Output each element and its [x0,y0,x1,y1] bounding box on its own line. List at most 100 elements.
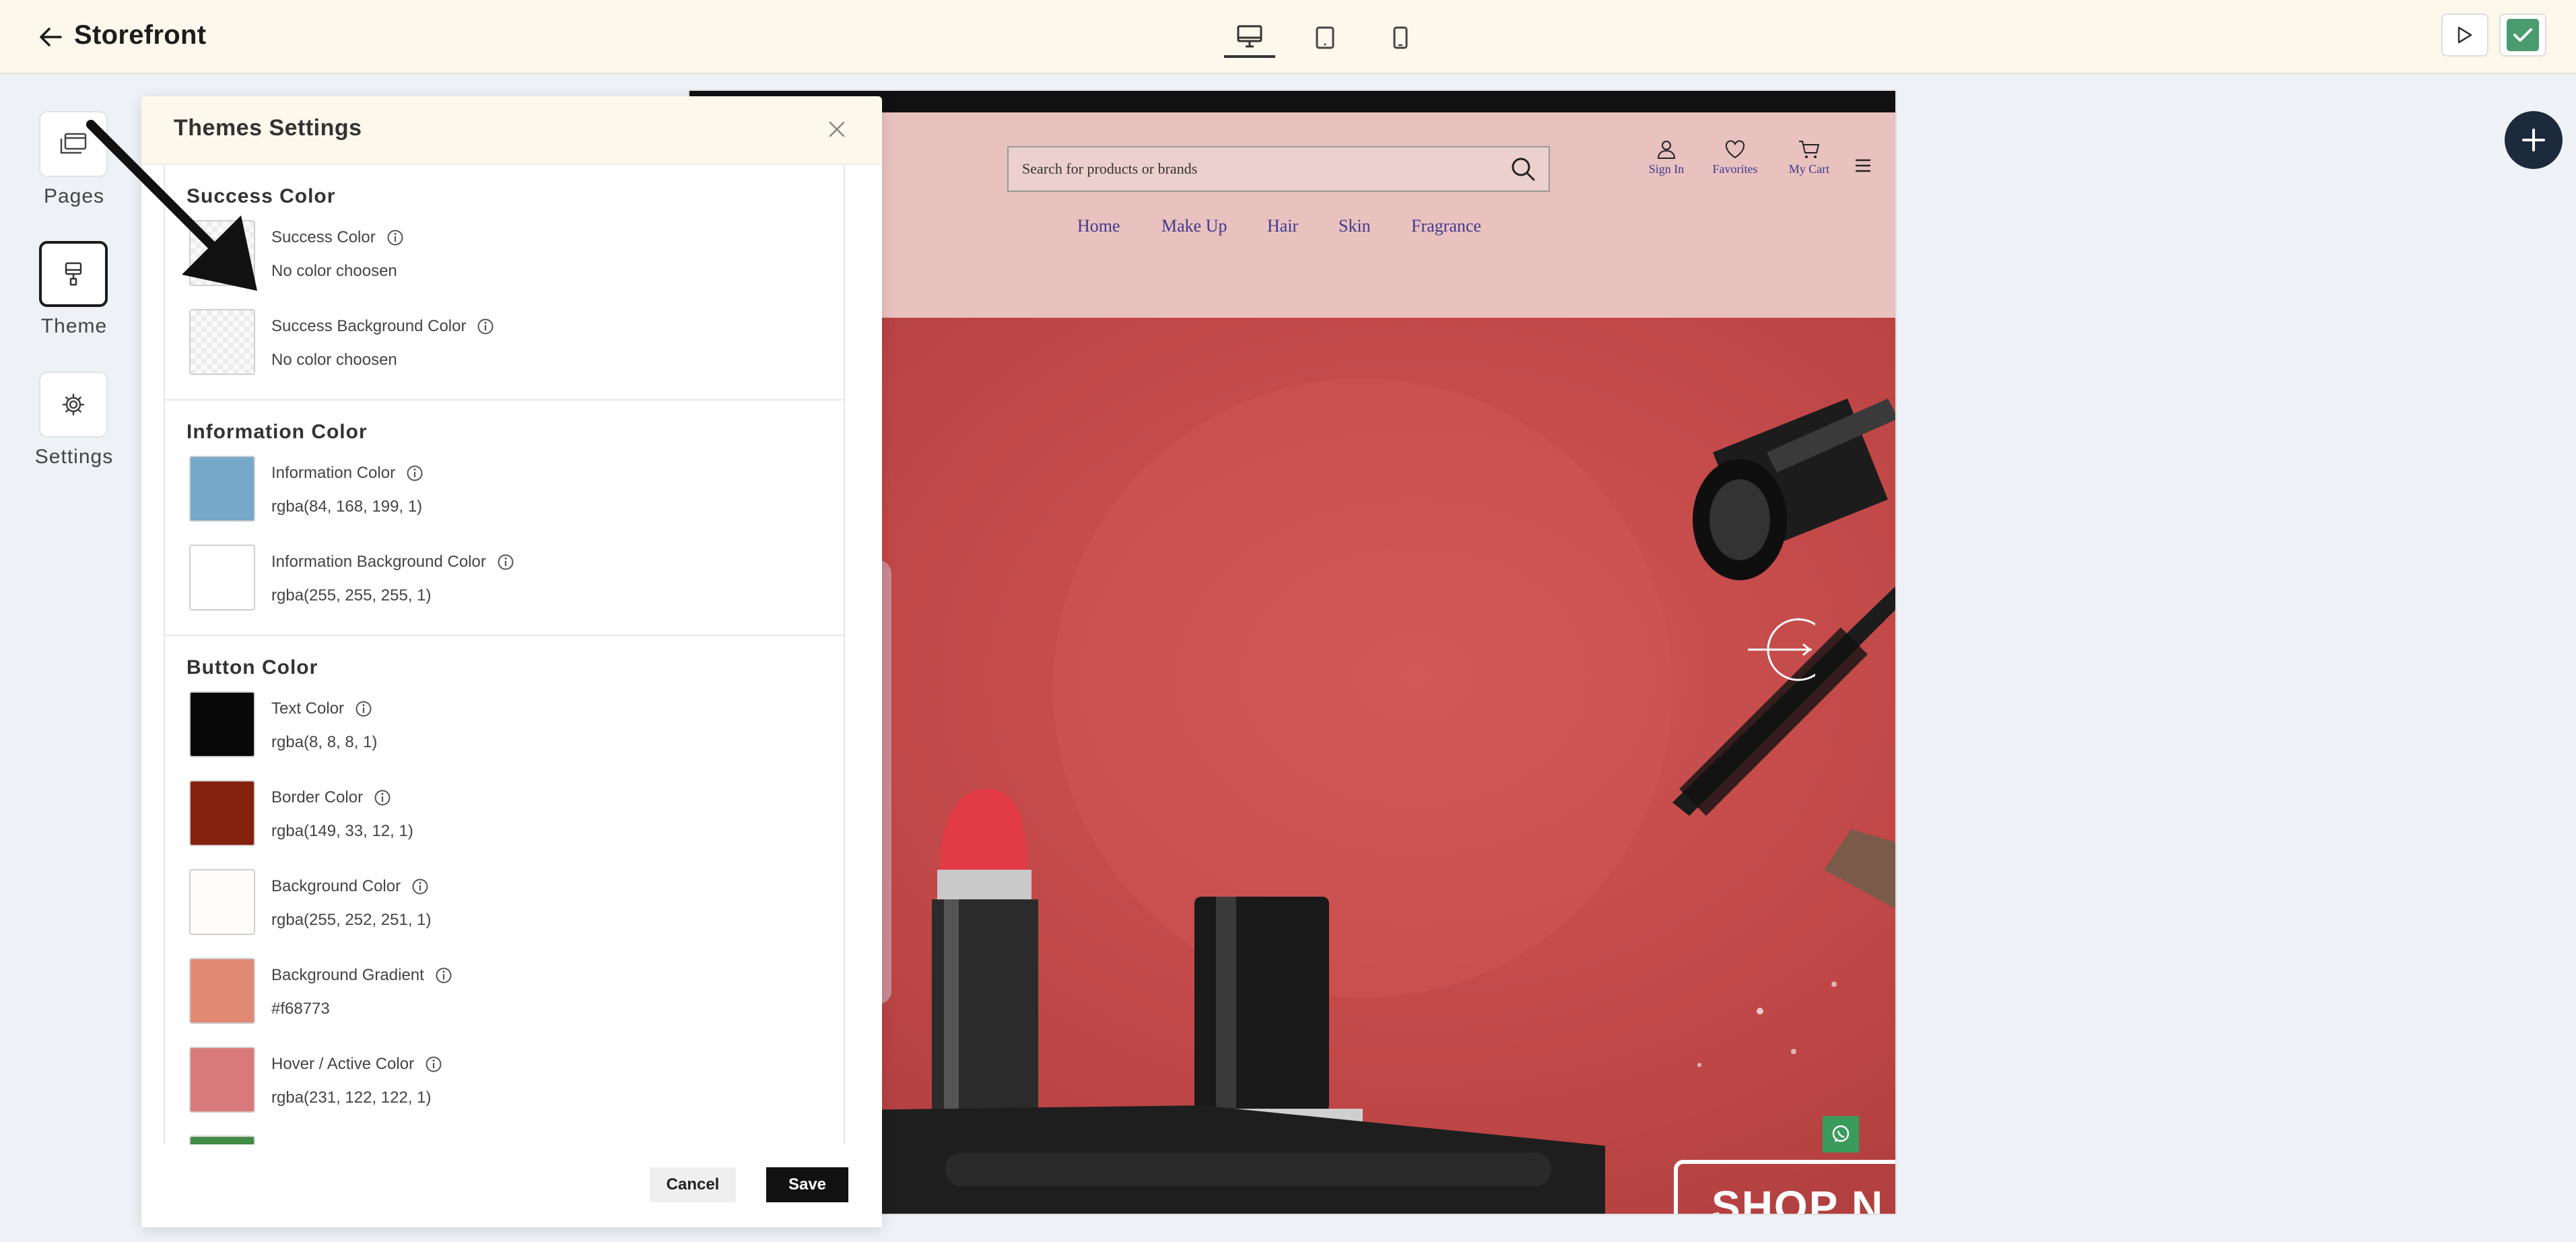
info-icon[interactable] [477,318,494,335]
color-swatch[interactable] [189,691,255,757]
mobile-icon [1393,26,1408,49]
checkmark-icon [2507,19,2539,51]
device-mobile-button[interactable] [1375,18,1426,58]
nav-link-make-up[interactable]: Make Up [1161,216,1227,236]
tablet-icon [1316,26,1334,49]
plus-icon [2522,129,2545,151]
whatsapp-icon [1832,1125,1850,1142]
preview-play-button[interactable] [2441,13,2488,57]
color-row-value: rgba(84, 168, 199, 1) [271,497,423,516]
color-row-value: rgba(231, 122, 122, 1) [271,1089,432,1107]
info-icon[interactable] [355,700,372,718]
info-icon[interactable] [406,464,423,482]
info-icon[interactable] [497,553,514,571]
sign-in-label: Sign In [1648,162,1685,176]
section-title: Button Color [187,656,318,679]
shop-now-button[interactable]: SHOP N [1674,1160,1895,1214]
back-button[interactable] [34,20,67,54]
color-row-next[interactable] [189,1136,822,1144]
color-row-hover-active[interactable]: Hover / Active Color rgba(231, 122, 122,… [189,1047,822,1117]
color-row-background[interactable]: Background Color rgba(255, 252, 251, 1) [189,869,822,939]
nav-link-skin[interactable]: Skin [1338,216,1371,236]
sidebar-item-theme[interactable] [39,241,108,307]
heart-icon [1725,140,1745,159]
sign-in-link[interactable]: Sign In [1629,139,1703,176]
sidebar-item-label: Theme [40,315,108,337]
color-swatch[interactable] [189,456,255,522]
color-row-label: Border Color [271,788,364,806]
info-icon[interactable] [374,789,391,806]
color-row-success-background[interactable]: Success Background Color No color choose… [189,309,822,379]
color-swatch[interactable] [189,1047,255,1113]
favorites-link[interactable]: Favorites [1698,139,1772,176]
color-row-information[interactable]: Information Color rgba(84, 168, 199, 1) [189,456,822,526]
brush-icon [65,262,82,286]
color-row-success[interactable]: Success Color No color choosen [189,220,822,290]
favorites-label: Favorites [1712,162,1758,176]
store-search-input[interactable]: Search for products or brands [1007,146,1550,192]
whatsapp-button[interactable] [1823,1116,1859,1152]
color-row-information-background[interactable]: Information Background Color rgba(255, 2… [189,545,822,615]
color-row-label: Hover / Active Color [271,1055,415,1073]
color-row-background-gradient[interactable]: Background Gradient #f68773 [189,958,822,1028]
top-bar: Storefront [0,0,2576,74]
color-row-value: rgba(255, 252, 251, 1) [271,911,432,929]
slider-next-arrow-icon[interactable] [1748,616,1815,683]
play-icon [2458,26,2472,44]
info-icon[interactable] [425,1056,442,1073]
panel-scroll-area[interactable]: Success Color Success Color No color cho… [164,165,845,1144]
nav-link-home[interactable]: Home [1077,216,1120,236]
color-swatch[interactable] [189,1136,255,1144]
color-row-value: #f68773 [271,1000,330,1018]
desktop-icon [1237,25,1262,48]
color-swatch[interactable] [189,545,255,611]
info-icon[interactable] [435,967,452,984]
sidebar-item-settings[interactable] [39,372,108,438]
cart-icon [1799,141,1820,158]
color-row-value: rgba(255, 255, 255, 1) [271,586,432,605]
color-swatch[interactable] [189,309,255,375]
publish-button[interactable] [2499,13,2546,57]
nav-link-fragrance[interactable]: Fragrance [1411,216,1481,236]
color-row-label: Text Color [271,699,345,718]
color-row-label: Success Color [271,228,376,246]
section-success-color: Success Color Success Color No color cho… [165,165,844,401]
user-icon [1657,141,1676,159]
info-icon[interactable] [386,229,404,246]
color-row-label: Success Background Color [271,317,467,335]
sidebar-item-pages[interactable] [39,111,108,177]
color-row-value: rgba(8, 8, 8, 1) [271,733,378,751]
color-swatch[interactable] [189,780,255,846]
app-title: Storefront [74,20,207,50]
cart-label: My Cart [1788,162,1830,176]
arrow-left-icon [40,28,62,46]
save-button[interactable]: Save [766,1167,848,1202]
panel-footer: Cancel Save [141,1144,882,1227]
hamburger-menu-icon[interactable] [1854,158,1872,173]
color-row-label: Background Color [271,877,401,895]
search-icon [1512,158,1535,181]
color-row-border[interactable]: Border Color rgba(149, 33, 12, 1) [189,780,822,850]
nav-link-hair[interactable]: Hair [1267,216,1298,236]
color-row-text[interactable]: Text Color rgba(8, 8, 8, 1) [189,691,822,761]
search-placeholder: Search for products or brands [1022,160,1198,177]
color-swatch[interactable] [189,869,255,935]
color-swatch[interactable] [189,958,255,1024]
sidebar-item-label: Settings [34,446,114,468]
color-row-value: rgba(149, 33, 12, 1) [271,822,413,840]
gear-icon [62,393,85,416]
add-section-button[interactable] [2505,111,2563,169]
color-swatch[interactable] [189,220,255,286]
sidebar-item-label: Pages [43,185,105,207]
info-icon[interactable] [411,878,429,895]
device-desktop-button[interactable] [1224,18,1275,58]
color-row-label: Background Gradient [271,966,424,984]
device-tablet-button[interactable] [1299,18,1351,58]
cancel-button[interactable]: Cancel [650,1167,736,1202]
color-row-label: Information Background Color [271,553,486,571]
color-row-value: No color choosen [271,262,397,280]
theme-settings-panel: Themes Settings Success Color Success Co… [141,96,882,1227]
cart-link[interactable]: My Cart [1772,139,1846,176]
close-icon[interactable] [828,120,846,138]
panel-header: Themes Settings [141,96,882,165]
